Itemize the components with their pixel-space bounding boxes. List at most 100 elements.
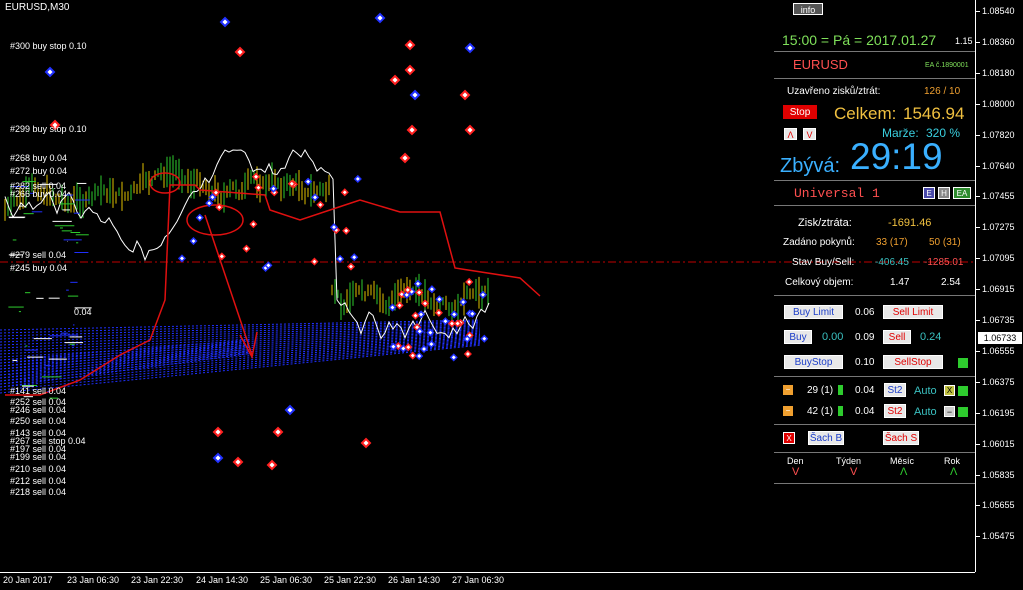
pl-label: Zisk/ztráta: (798, 217, 852, 229)
row2-st-button[interactable]: St2 (884, 404, 906, 418)
order-marker (465, 277, 474, 287)
green-indicator[interactable] (958, 358, 968, 368)
volume-buy: 1.47 (890, 277, 910, 288)
order-marker (350, 253, 359, 262)
order-marker (404, 39, 416, 51)
price-tick-mark (976, 196, 980, 198)
order-marker (310, 257, 319, 266)
order-label: #218 sell 0.04 (10, 487, 67, 497)
order-label: #246 sell 0.04 (10, 405, 67, 415)
sell-value: 0.24 (920, 331, 942, 343)
order-marker (409, 89, 421, 101)
datetime-display: 15:00 = Pá = 2017.01.27 (782, 32, 937, 48)
annotation-circle (149, 172, 181, 194)
price-chart[interactable]: EURUSD,M30 #300 buy stop 0.10 #299 buy s… (0, 0, 975, 572)
row2-auto: Auto (914, 406, 937, 418)
order-marker (272, 426, 284, 438)
ea-panel: info 15:00 = Pá = 2017.01.27 1.15 EURUSD… (774, 0, 975, 490)
row1-auto: Auto (914, 385, 937, 397)
buy-button[interactable]: Buy (784, 330, 812, 344)
sach-s-button[interactable]: Šach S (883, 431, 919, 445)
closed-label: Uzavřeno zisků/ztrát: (787, 86, 881, 97)
time-axis[interactable]: 20 Jan 2017 23 Jan 06:30 23 Jan 22:30 24… (0, 572, 975, 590)
buy-stop-button[interactable]: BuyStop (784, 355, 843, 369)
price-tick-mark (976, 289, 980, 291)
order-label: #212 sell 0.04 (10, 476, 67, 486)
stop-button[interactable]: Stop (783, 105, 817, 119)
order-marker (232, 456, 244, 468)
price-tick-mark (976, 350, 980, 352)
price-tick-mark (976, 536, 980, 538)
e-button[interactable]: E (923, 187, 935, 199)
row2-minus-button[interactable]: − (783, 406, 793, 416)
sach-b-button[interactable]: Šach B (808, 431, 844, 445)
order-marker (342, 226, 351, 235)
time-tick: 23 Jan 06:30 (67, 575, 120, 585)
day-arrow-down-icon: V (792, 466, 800, 478)
close-all-button[interactable]: X (783, 432, 795, 444)
order-marker (427, 340, 436, 349)
price-tick: 1.06735 (982, 315, 1015, 325)
order-label: #199 sell 0.04 (10, 452, 67, 462)
row1-st-button[interactable]: St2 (884, 383, 906, 397)
total-value: 1546.94 (903, 104, 965, 123)
price-tick-mark (976, 381, 980, 383)
price-tick-mark (976, 258, 980, 260)
price-tick-mark (976, 134, 980, 136)
price-tick: 1.05835 (982, 469, 1015, 480)
order-marker (374, 12, 386, 24)
price-tick: 1.07455 (982, 191, 1015, 202)
state-buy: -406.45 (875, 257, 909, 268)
order-marker (254, 183, 263, 192)
h-button[interactable]: H (938, 187, 950, 199)
order-label: #272 buy 0.04 (10, 166, 68, 176)
remaining-value: 29:19 (850, 136, 943, 177)
ea-button[interactable]: EA (953, 187, 971, 199)
row1-minus-button[interactable]: − (783, 385, 793, 395)
sell-button[interactable]: Sell (883, 330, 911, 344)
order-marker (464, 124, 476, 136)
order-marker (449, 353, 458, 362)
price-tick: 1.08360 (982, 36, 1015, 47)
price-tick-mark (976, 443, 980, 445)
row2-count: 42 (1) (807, 406, 834, 417)
row2-green-indicator[interactable] (958, 407, 968, 417)
order-marker (411, 311, 420, 320)
v-button[interactable]: V (803, 128, 816, 140)
order-marker (212, 452, 224, 464)
row1-bar (838, 385, 843, 395)
order-label: 0.04 (74, 307, 92, 317)
order-label: #250 sell 0.04 (10, 416, 67, 426)
time-tick: 20 Jan 2017 (3, 575, 53, 585)
order-marker (177, 254, 187, 263)
time-tick: 24 Jan 14:30 (196, 575, 249, 585)
row2-bar (838, 406, 843, 416)
row2-lot: 0.04 (855, 406, 875, 417)
order-label: #299 buy stop 0.10 (10, 124, 87, 134)
order-marker (195, 213, 204, 222)
price-axis[interactable]: 1.08540 1.08360 1.08180 1.08000 1.07820 1.076… (975, 0, 1023, 572)
volume-sell: 2.54 (941, 277, 961, 288)
order-marker (395, 301, 404, 310)
lambda-button[interactable]: Λ (784, 128, 797, 140)
order-marker (360, 437, 372, 449)
order-marker (389, 74, 401, 86)
order-marker (316, 200, 325, 209)
row1-green-indicator[interactable] (958, 386, 968, 396)
time-tick: 27 Jan 06:30 (452, 575, 505, 585)
info-button[interactable]: info (793, 3, 823, 15)
sell-stop-button[interactable]: SellStop (883, 355, 943, 369)
row1-x-button[interactable]: X (944, 385, 955, 396)
sell-limit-button[interactable]: Sell Limit (883, 305, 943, 319)
price-tick: 1.08540 (982, 6, 1015, 16)
period-week: Týden (836, 456, 862, 466)
order-marker (212, 426, 224, 438)
price-tick-mark (976, 72, 980, 74)
price-tick: 1.08180 (982, 67, 1015, 78)
price-tick-mark (976, 474, 980, 476)
order-marker (44, 66, 56, 78)
order-label: #268 buy 0.04 (10, 153, 68, 163)
buy-limit-button[interactable]: Buy Limit (784, 305, 843, 319)
price-tick-mark (976, 41, 980, 43)
row2-minus-small-button[interactable]: − (944, 406, 955, 417)
